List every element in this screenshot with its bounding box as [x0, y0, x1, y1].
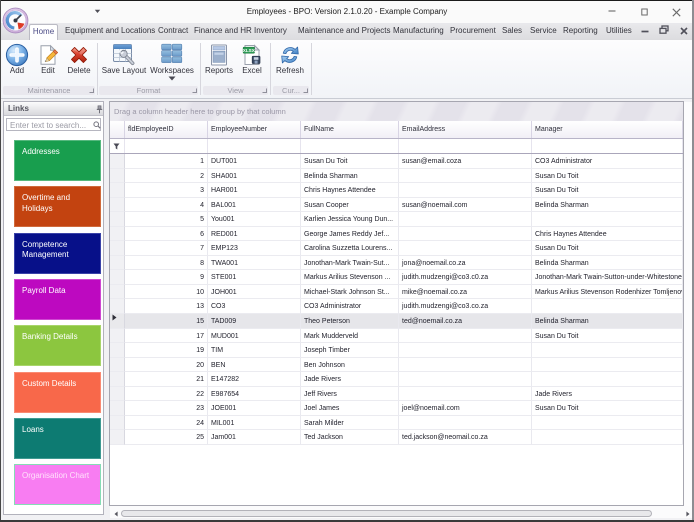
svg-text:XLSX: XLSX — [243, 48, 256, 53]
